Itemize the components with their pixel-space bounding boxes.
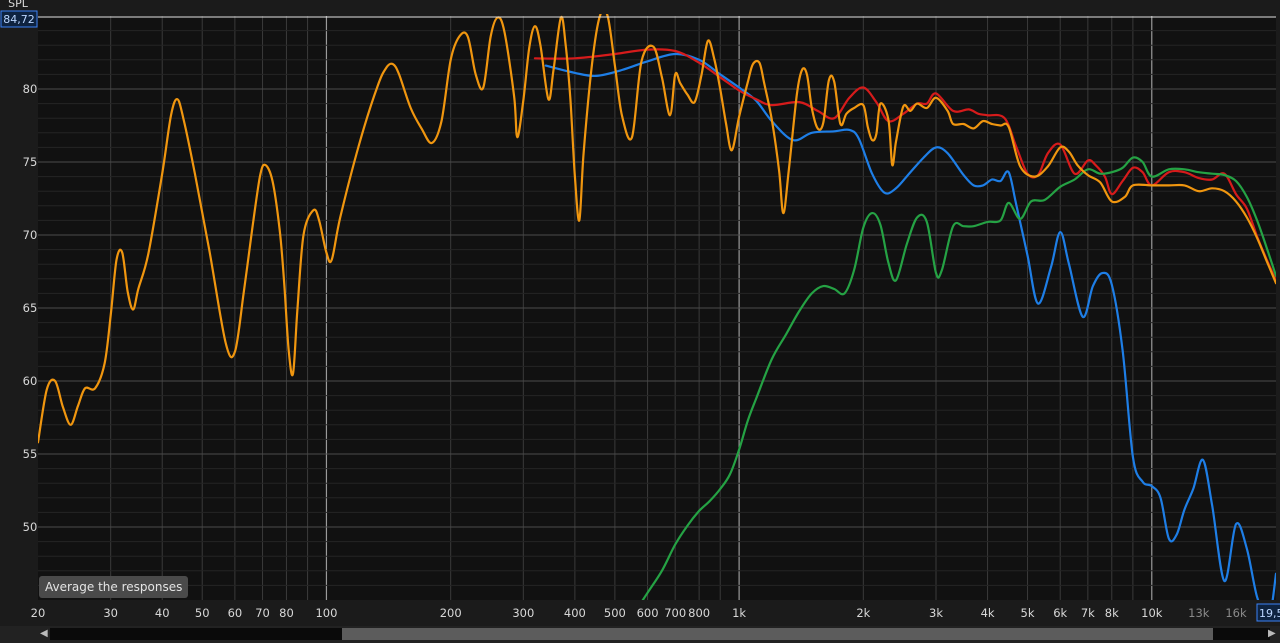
frequency-response-chart[interactable]: 20 30 40 50 60 70 80 100 200 300 400 500 600 700 800 1k… [0,0,1280,643]
y-tick-label: 50 [23,520,38,534]
x-readout: 19,5 [1256,603,1280,622]
x-tick-label: 2k [856,606,870,620]
x-tick-label: 5k [1021,606,1035,620]
x-tick-label: 600 [637,606,659,620]
x-tick-label: 4k [981,606,995,620]
scroll-thumb[interactable] [342,628,1213,640]
x-tick-label: 500 [604,606,626,620]
y-axis-title: SPL [8,0,29,10]
y-tick-label: 75 [23,155,38,169]
x-tick-label: 6k [1053,606,1067,620]
svg-text:84,72: 84,72 [3,13,35,26]
horizontal-scrollbar[interactable]: ◀ ▶ [0,626,1280,643]
x-tick-label: 100 [315,606,337,620]
y-tick-label: 80 [23,82,38,96]
y-tick-label: 60 [23,374,38,388]
x-tick-label: 20 [31,606,46,620]
x-tick-label: 1k [732,606,746,620]
y-tick-label: 65 [23,301,38,315]
y-tick-label: 70 [23,228,38,242]
grid-lines [38,16,1276,600]
scroll-right-arrow-icon[interactable]: ▶ [1268,627,1276,641]
x-axis-ticks: 20 30 40 50 60 70 80 100 200 300 400 500 600 700 800 1k… [31,606,1247,620]
y-tick-label: 55 [23,447,38,461]
x-tick-label: 50 [195,606,210,620]
x-tick-label: 60 [228,606,243,620]
x-tick-label: 800 [688,606,710,620]
scroll-left-arrow-icon[interactable]: ◀ [40,627,48,641]
x-tick-label: 70 [255,606,270,620]
x-tick-label: 8k [1105,606,1119,620]
x-tick-label: 400 [564,606,586,620]
x-tick-label: 10k [1141,606,1163,620]
y-readout: 84,72 [0,10,38,28]
y-axis-ticks: 50 55 60 65 70 75 80 [23,82,38,534]
x-tick-label: 13k [1188,606,1210,620]
average-responses-button[interactable]: Average the responses [39,576,189,598]
x-tick-label: 700 [664,606,686,620]
x-tick-label: 40 [155,606,170,620]
x-tick-label: 7k [1081,606,1095,620]
x-tick-label: 200 [440,606,462,620]
svg-text:19,5: 19,5 [1259,607,1280,620]
x-tick-label: 3k [929,606,943,620]
x-tick-label: 30 [103,606,118,620]
x-tick-label: 300 [512,606,534,620]
x-tick-label: 16k [1225,606,1247,620]
x-tick-label: 80 [279,606,294,620]
